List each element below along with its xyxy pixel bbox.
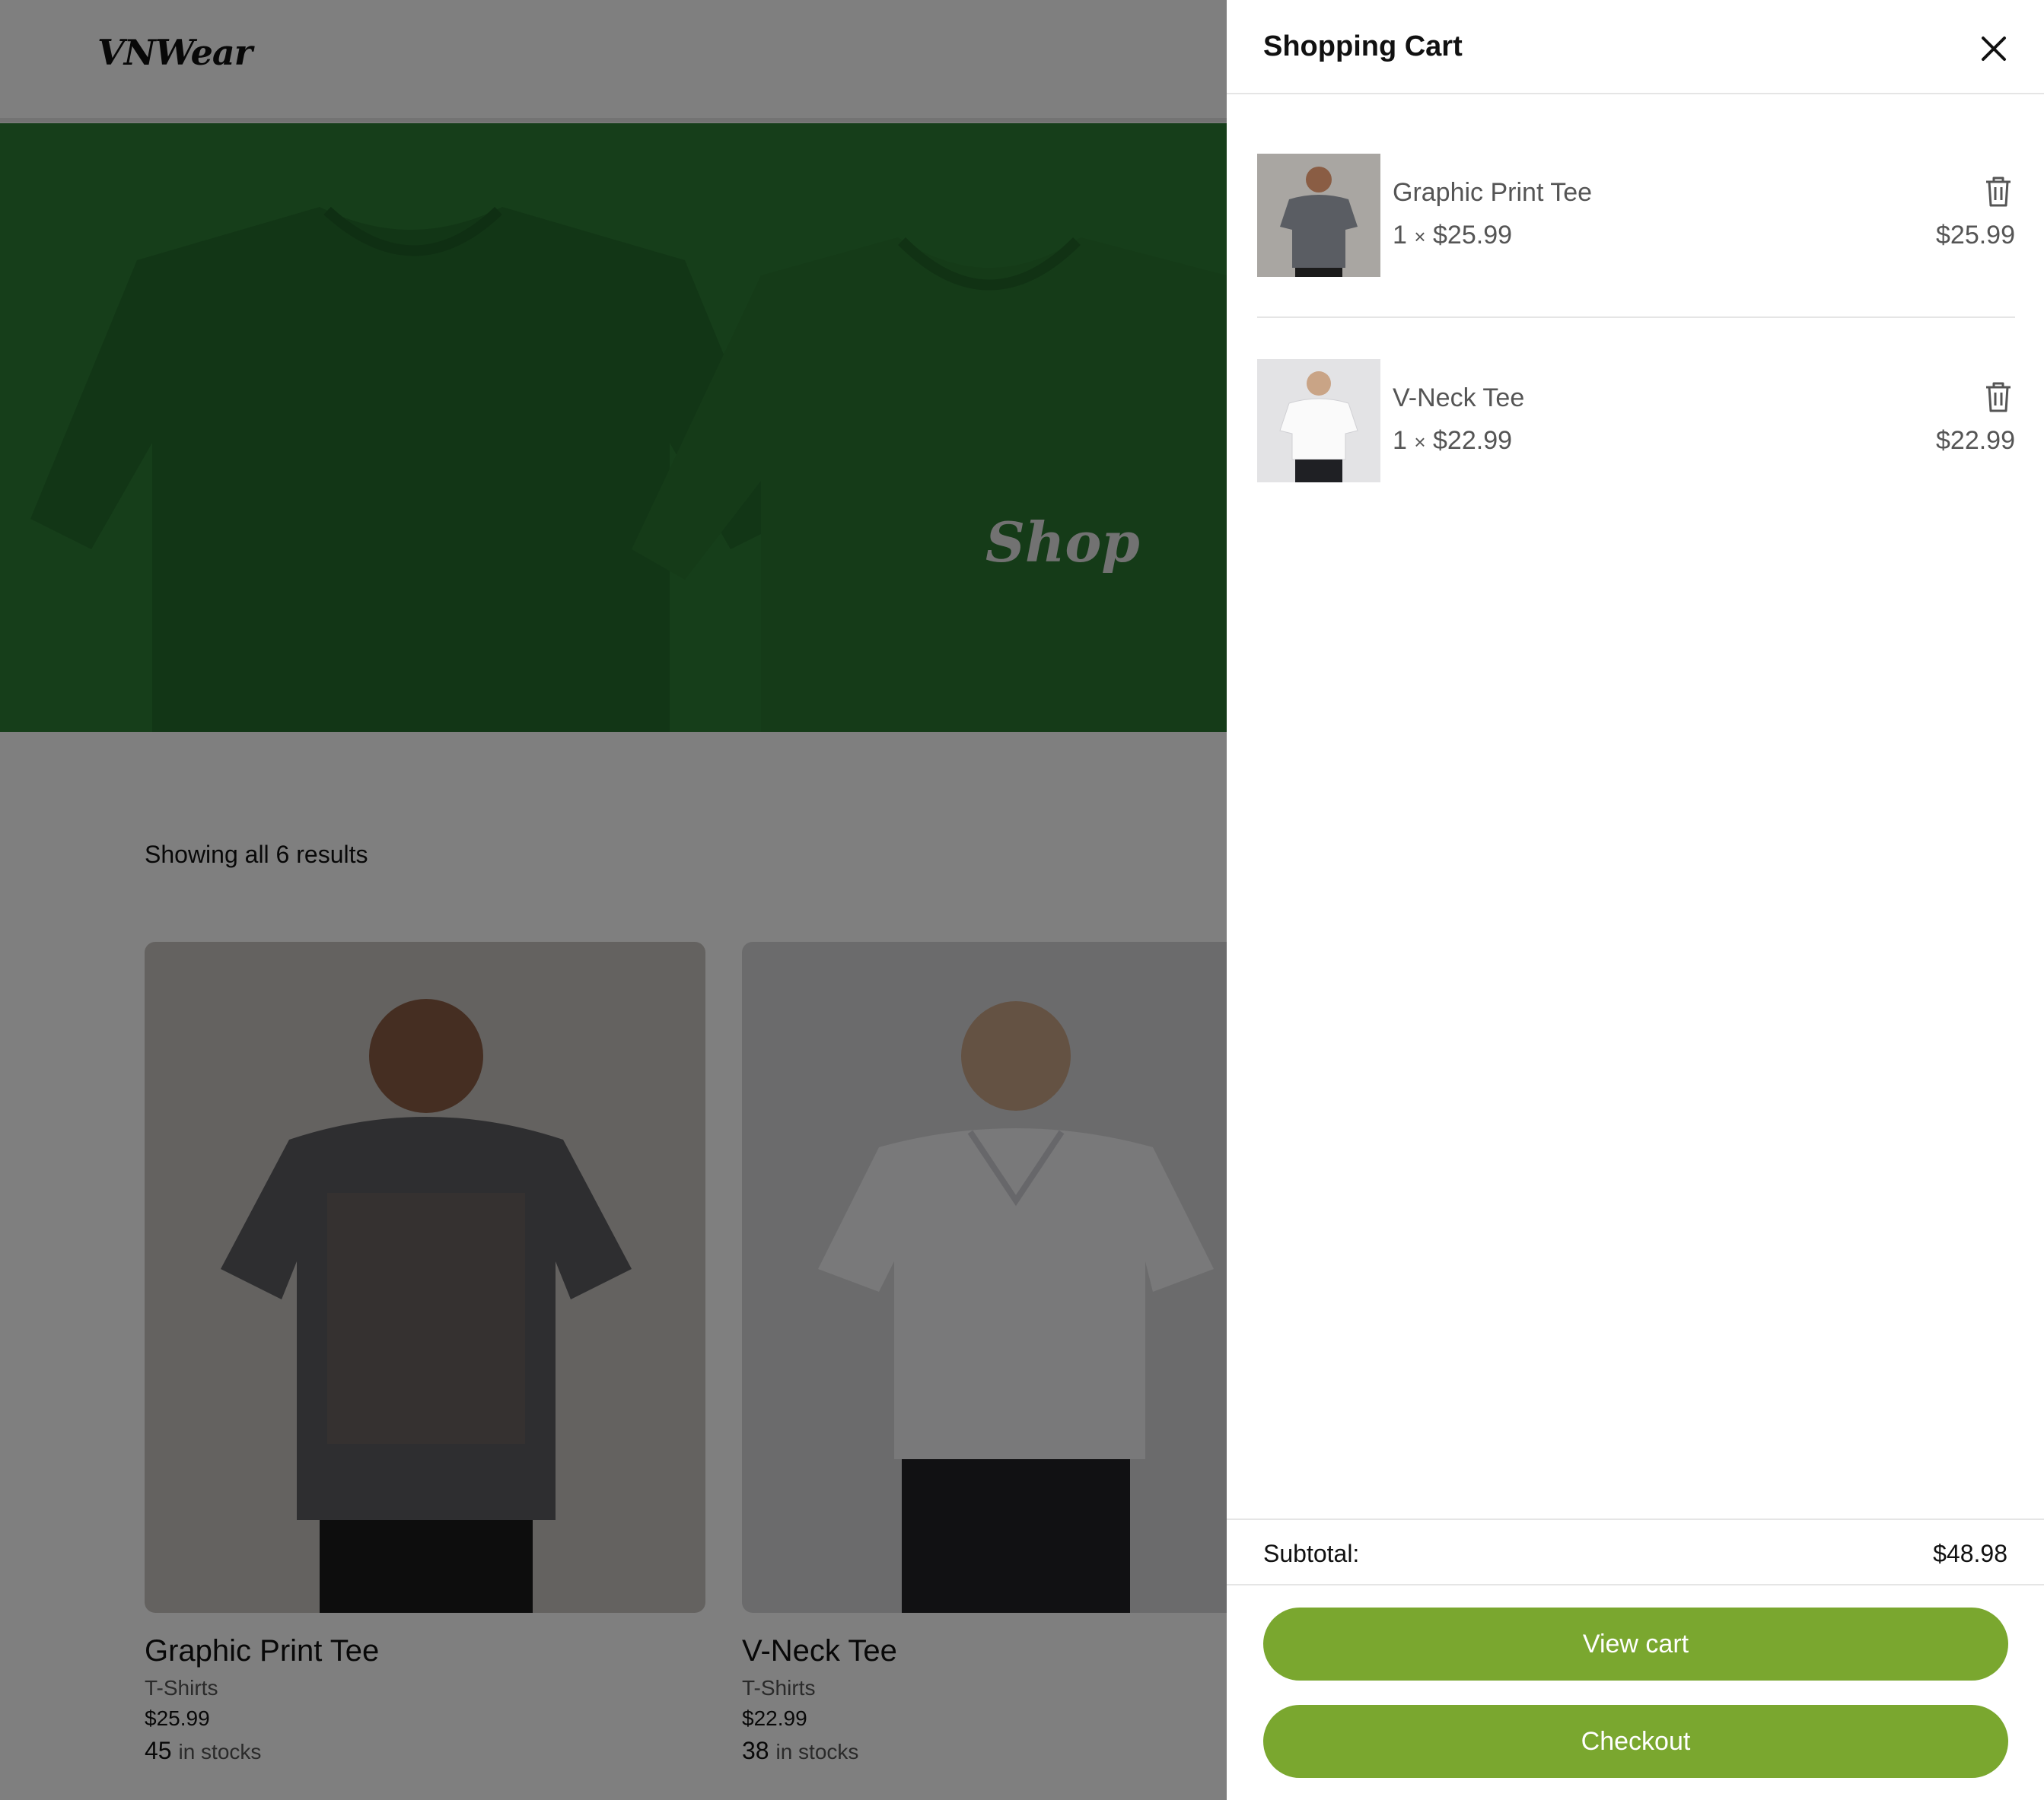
view-cart-button[interactable]: View cart [1263,1608,2008,1681]
cart-item-total: $25.99 [1936,221,2015,250]
subtotal-value: $48.98 [1933,1540,2007,1567]
cart-item: Graphic Print Tee 1 × $25.99 $25.99 [1257,154,2015,277]
cart-item-qty: 1 [1393,221,1407,250]
cart-item-thumbnail[interactable] [1257,359,1380,482]
cart-header: Shopping Cart [1227,0,2044,94]
cart-item-qty: 1 [1393,426,1407,455]
cart-item-unit-price: $25.99 [1433,221,1513,250]
cart-item-name[interactable]: Graphic Print Tee [1393,178,1592,208]
cart-item-name[interactable]: V-Neck Tee [1393,383,1524,413]
multiply-sign: × [1414,225,1426,248]
cart-item-quantity: 1 × $25.99 [1393,221,1512,250]
cart-drawer: Shopping Cart Graphic Print Tee 1 × $25.… [1227,0,2044,1800]
checkout-button[interactable]: Checkout [1263,1705,2008,1778]
subtotal-label: Subtotal: [1263,1540,1360,1567]
multiply-sign: × [1414,431,1426,453]
cart-title: Shopping Cart [1263,30,1463,62]
cart-item-quantity: 1 × $22.99 [1393,426,1512,456]
cart-item: V-Neck Tee 1 × $22.99 $22.99 [1257,359,2015,482]
cart-item-unit-price: $22.99 [1433,426,1513,455]
cart-item-total: $22.99 [1936,426,2015,455]
cart-item-thumbnail[interactable] [1257,154,1380,277]
trash-icon[interactable] [1983,175,2014,208]
trash-icon[interactable] [1983,380,2014,414]
modal-backdrop[interactable] [0,0,1227,1800]
close-icon[interactable] [1972,27,2015,70]
subtotal-bar: Subtotal: $48.98 [1227,1519,2044,1585]
item-divider [1257,316,2015,318]
